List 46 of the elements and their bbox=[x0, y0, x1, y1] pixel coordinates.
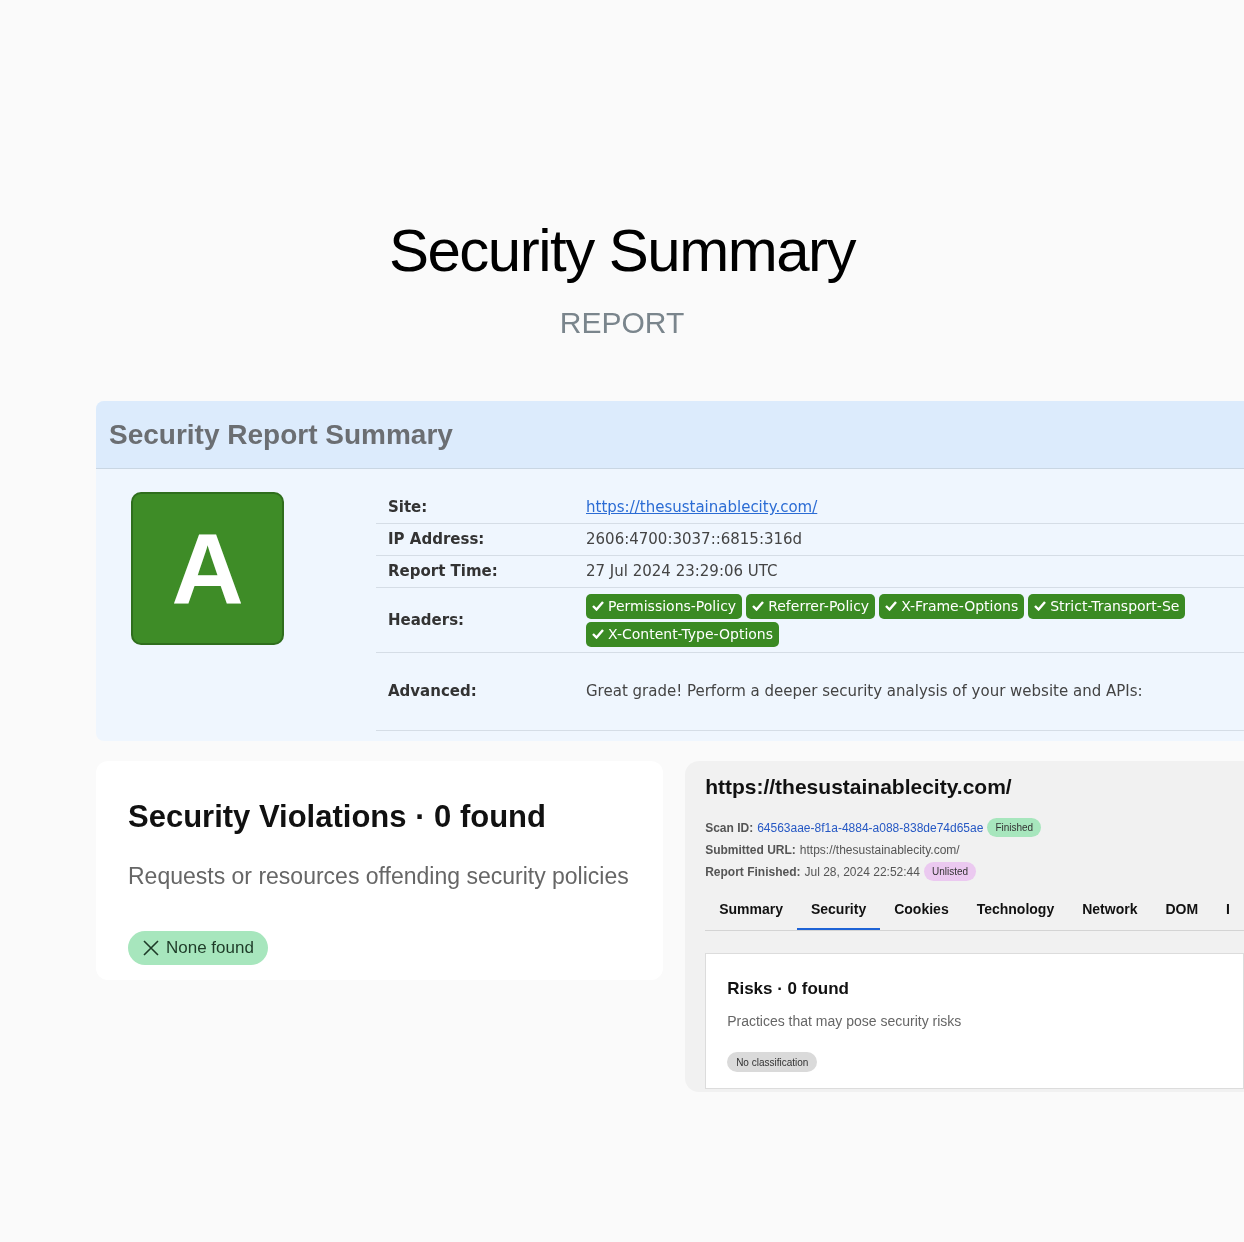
risks-description: Practices that may pose security risks bbox=[727, 1012, 963, 1031]
check-icon bbox=[885, 601, 898, 611]
meta-value: Jul 28, 2024 22:52:44 bbox=[804, 863, 920, 881]
check-icon bbox=[592, 601, 604, 611]
header-name: Referrer-Policy bbox=[768, 596, 870, 616]
tab[interactable]: DOM bbox=[1151, 896, 1213, 930]
page-subtitle: REPORT bbox=[559, 305, 685, 341]
meta-label: Report Finished: bbox=[705, 863, 801, 881]
status-badge: Unlisted bbox=[923, 862, 977, 881]
scan-id-link[interactable]: 64563aae-8f1a-4884-a088-838de74d65ae bbox=[757, 818, 984, 837]
violations-title: Security Violations · 0 found bbox=[128, 798, 547, 836]
tab[interactable]: Cookies bbox=[880, 896, 963, 930]
risks-title: Risks · 0 found bbox=[727, 977, 850, 1000]
row-value: 27 Jul 2024 23:29:06 UTC bbox=[586, 561, 778, 583]
badge-label: None found bbox=[166, 937, 254, 960]
header-name: X-Frame-Options bbox=[901, 596, 1019, 616]
row-label: Headers: bbox=[387, 609, 466, 631]
meta-value: https://thesustainablecity.com/ bbox=[799, 841, 960, 859]
tab[interactable]: Security bbox=[796, 896, 881, 930]
row-label: Advanced: bbox=[387, 681, 478, 703]
scan-url: https://thesustainablecity.com/ bbox=[705, 774, 1013, 800]
report-heading: Security Report Summary bbox=[109, 417, 453, 452]
meta-label: Scan ID: bbox=[705, 819, 754, 837]
check-icon bbox=[592, 629, 604, 639]
classification-badge: No classification bbox=[727, 1052, 818, 1072]
tab[interactable]: Summary bbox=[705, 896, 797, 930]
close-icon bbox=[142, 939, 160, 957]
header-name: Permissions-Policy bbox=[608, 596, 737, 616]
row-label: IP Address: bbox=[387, 529, 486, 551]
violations-description: Requests or resources offending security policies bbox=[128, 861, 630, 891]
check-icon bbox=[1034, 601, 1047, 611]
header-name: X-Content-Type-Options bbox=[608, 624, 773, 644]
page-title: Security Summary bbox=[388, 218, 856, 284]
site-link[interactable]: https://thesustainablecity.com/ bbox=[586, 496, 818, 519]
row-label: Site: bbox=[387, 497, 429, 519]
tab[interactable]: Network bbox=[1068, 896, 1152, 930]
status-badge: Finished bbox=[987, 818, 1042, 837]
row-label: Report Time: bbox=[387, 561, 499, 583]
tab[interactable]: I bbox=[1212, 896, 1244, 930]
row-value: 2606:4700:3037::6815:316d bbox=[586, 529, 803, 551]
check-icon bbox=[752, 601, 765, 611]
row-value: Great grade! Perform a deeper security analysis of your website and APIs: bbox=[586, 681, 1143, 703]
tab[interactable]: Technology bbox=[962, 896, 1069, 930]
meta-label: Submitted URL: bbox=[705, 841, 796, 859]
header-name: Strict-Transport-Se bbox=[1050, 596, 1180, 616]
grade-badge: A bbox=[131, 492, 284, 645]
